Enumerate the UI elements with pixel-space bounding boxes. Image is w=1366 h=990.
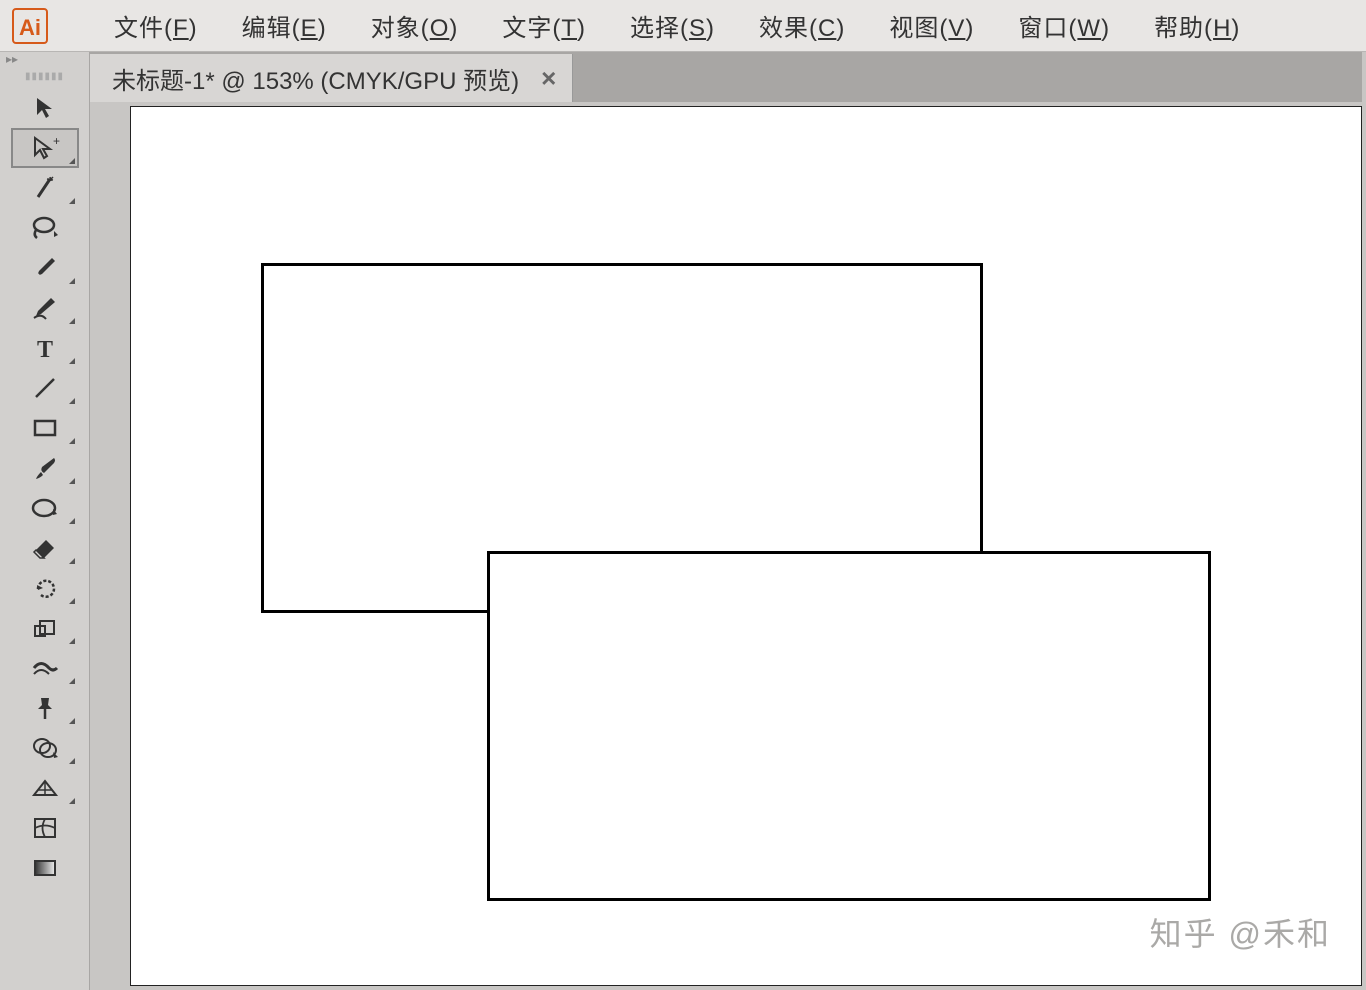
menu-effect[interactable]: 效果(C) [737,4,867,47]
menu-window[interactable]: 窗口(W) [996,4,1132,47]
app-logo: Ai [8,4,52,48]
eraser-icon [32,536,58,560]
free-transform-tool[interactable] [11,688,79,728]
curvature-icon [31,295,59,321]
svg-text:Ai: Ai [19,15,41,40]
magic-wand-tool[interactable] [11,168,79,208]
width-tool[interactable] [11,648,79,688]
toolbox: + T [0,86,89,888]
selection-icon [32,95,58,121]
pin-icon [33,695,57,721]
scale-tool[interactable] [11,608,79,648]
menu-object[interactable]: 对象(O) [349,4,481,47]
rotate-tool[interactable] [11,568,79,608]
perspective-icon [31,777,59,799]
line-segment-tool[interactable] [11,368,79,408]
type-icon: T [33,336,57,360]
menu-file[interactable]: 文件(F) [92,4,220,47]
curvature-tool[interactable] [11,288,79,328]
mesh-tool[interactable] [11,808,79,848]
svg-text:T: T [36,337,52,360]
close-tab-icon[interactable]: × [541,63,556,94]
perspective-grid-tool[interactable] [11,768,79,808]
lasso-icon [30,215,60,241]
lasso-tool[interactable] [11,208,79,248]
panel-collapse-icon[interactable]: ▸▸ [0,52,89,66]
shaper-tool[interactable] [11,488,79,528]
direct-selection-tool[interactable]: + [11,128,79,168]
type-tool[interactable]: T [11,328,79,368]
gradient-icon [32,857,58,879]
line-icon [32,375,58,401]
magic-wand-icon [32,175,58,201]
pen-icon [32,255,58,281]
menu-view[interactable]: 视图(V) [867,4,996,47]
menu-help[interactable]: 帮助(H) [1132,4,1262,47]
menu-bar: Ai 文件(F) 编辑(E) 对象(O) 文字(T) 选择(S) 效果(C) 视… [0,0,1366,52]
shape-builder-tool[interactable] [11,728,79,768]
artboard[interactable]: 知乎 @禾和 [130,106,1362,986]
document-tab[interactable]: 未标题-1* @ 153% (CMYK/GPU 预览) × [90,54,573,102]
pen-tool[interactable] [11,248,79,288]
ai-logo-icon: Ai [10,6,50,46]
watermark-text: 知乎 @禾和 [1150,909,1331,955]
selection-tool[interactable] [11,88,79,128]
eraser-tool[interactable] [11,528,79,568]
panel-grip-icon[interactable]: ▮▮▮▮▮▮ [0,66,89,86]
document-tab-bar: 未标题-1* @ 153% (CMYK/GPU 预览) × [90,52,1362,102]
direct-selection-icon: + [30,135,60,161]
rotate-icon [32,575,58,601]
tools-panel: ▸▸ ▮▮▮▮▮▮ + T [0,52,90,990]
width-icon [31,656,59,680]
shape-builder-icon [31,736,59,760]
menu-edit[interactable]: 编辑(E) [220,4,349,47]
paintbrush-tool[interactable] [11,448,79,488]
svg-text:+: + [53,135,60,148]
scale-icon [32,616,58,640]
gradient-tool[interactable] [11,848,79,888]
rectangle-tool[interactable] [11,408,79,448]
mesh-icon [32,816,58,840]
shaper-icon [31,496,59,520]
menu-type[interactable]: 文字(T) [480,4,608,47]
rectangle-icon [32,417,58,439]
paintbrush-icon [32,455,58,481]
menu-select[interactable]: 选择(S) [608,4,737,47]
document-tab-title: 未标题-1* @ 153% (CMYK/GPU 预览) [112,61,519,96]
rectangle-shape-2[interactable] [487,551,1211,901]
canvas-area: 知乎 @禾和 [90,102,1362,986]
